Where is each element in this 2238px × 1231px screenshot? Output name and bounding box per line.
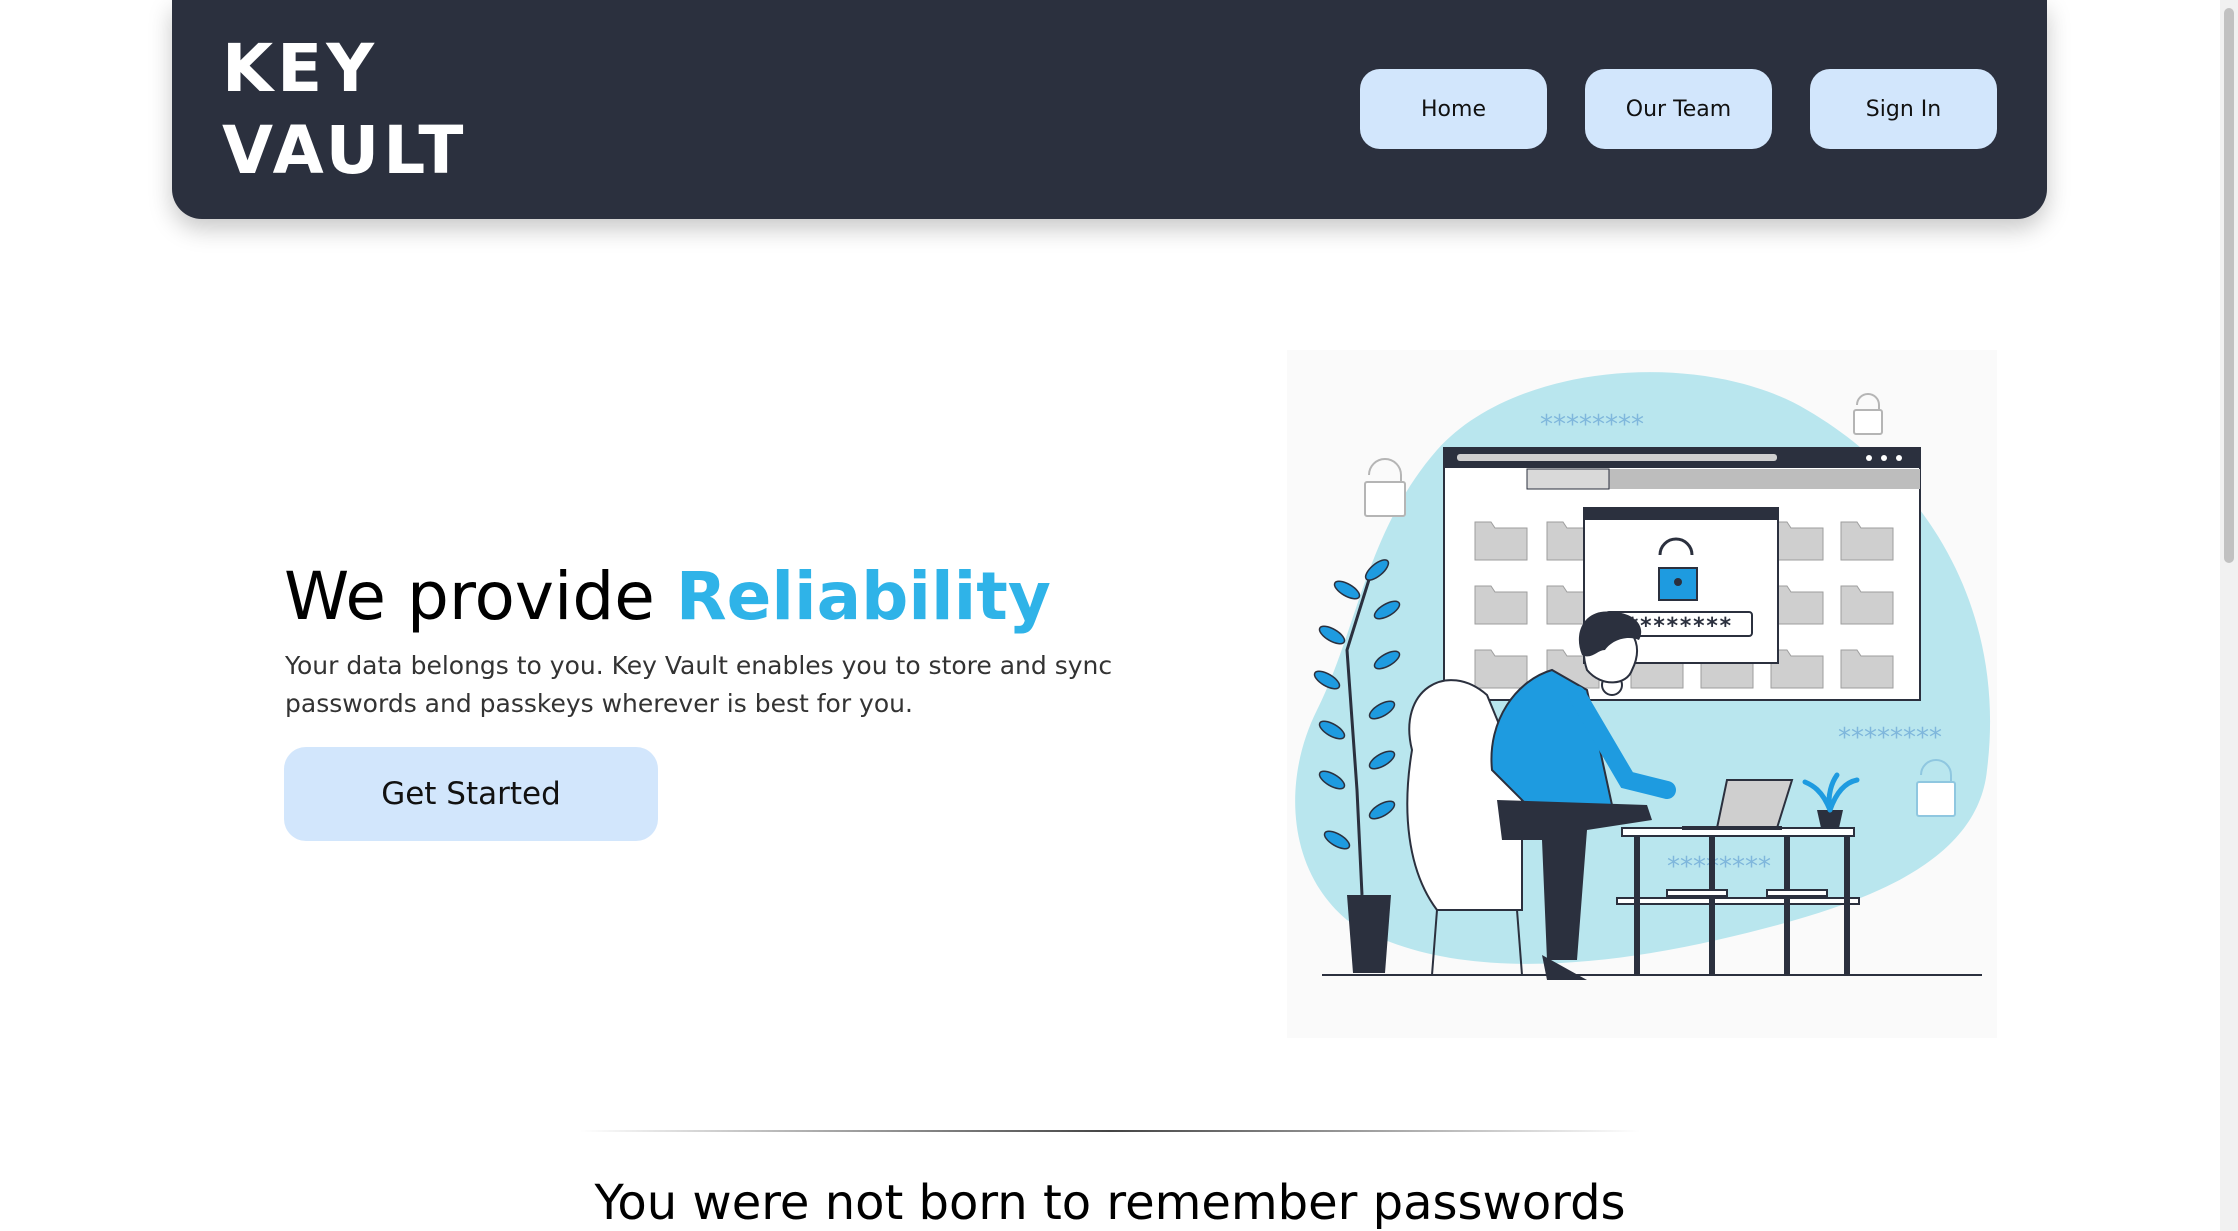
logo[interactable]: KEY VAULT [222, 28, 467, 192]
site-header: KEY VAULT Home Our Team Sign In [172, 0, 2047, 219]
lock-icon-top-right [1853, 393, 1883, 435]
nav-our-team-button[interactable]: Our Team [1585, 69, 1772, 149]
hero-title: We provide Reliability [284, 555, 1051, 639]
logo-line-1: KEY [222, 30, 379, 107]
masked-password: ******** [1626, 614, 1732, 639]
password-security-illustration: ******** ******** ******** ******** [1295, 372, 1991, 980]
section-divider [580, 1130, 1640, 1132]
masked-text-top: ******** [1540, 410, 1644, 440]
masked-text-bottom: ******** [1667, 852, 1771, 882]
hero-illustration: ******** ******** ******** ******** [1287, 350, 1997, 1038]
hero-description: Your data belongs to you. Key Vault enab… [285, 651, 1113, 718]
vertical-scrollbar[interactable] [2220, 0, 2238, 1231]
section-title: You were not born to remember passwords [594, 1175, 1626, 1231]
hero-title-prefix: We provide [284, 558, 676, 635]
get-started-button[interactable]: Get Started [284, 747, 658, 841]
scrollbar-thumb[interactable] [2224, 8, 2234, 563]
page: KEY VAULT Home Our Team Sign In We provi… [0, 0, 2238, 1231]
hero-title-accent: Reliability [675, 558, 1051, 635]
lock-icon-left [1364, 458, 1406, 517]
nav-sign-in-button[interactable]: Sign In [1810, 69, 1997, 149]
logo-line-2: VAULT [222, 112, 468, 189]
nav-home-button[interactable]: Home [1360, 69, 1547, 149]
masked-text-right: ******** [1838, 723, 1942, 753]
